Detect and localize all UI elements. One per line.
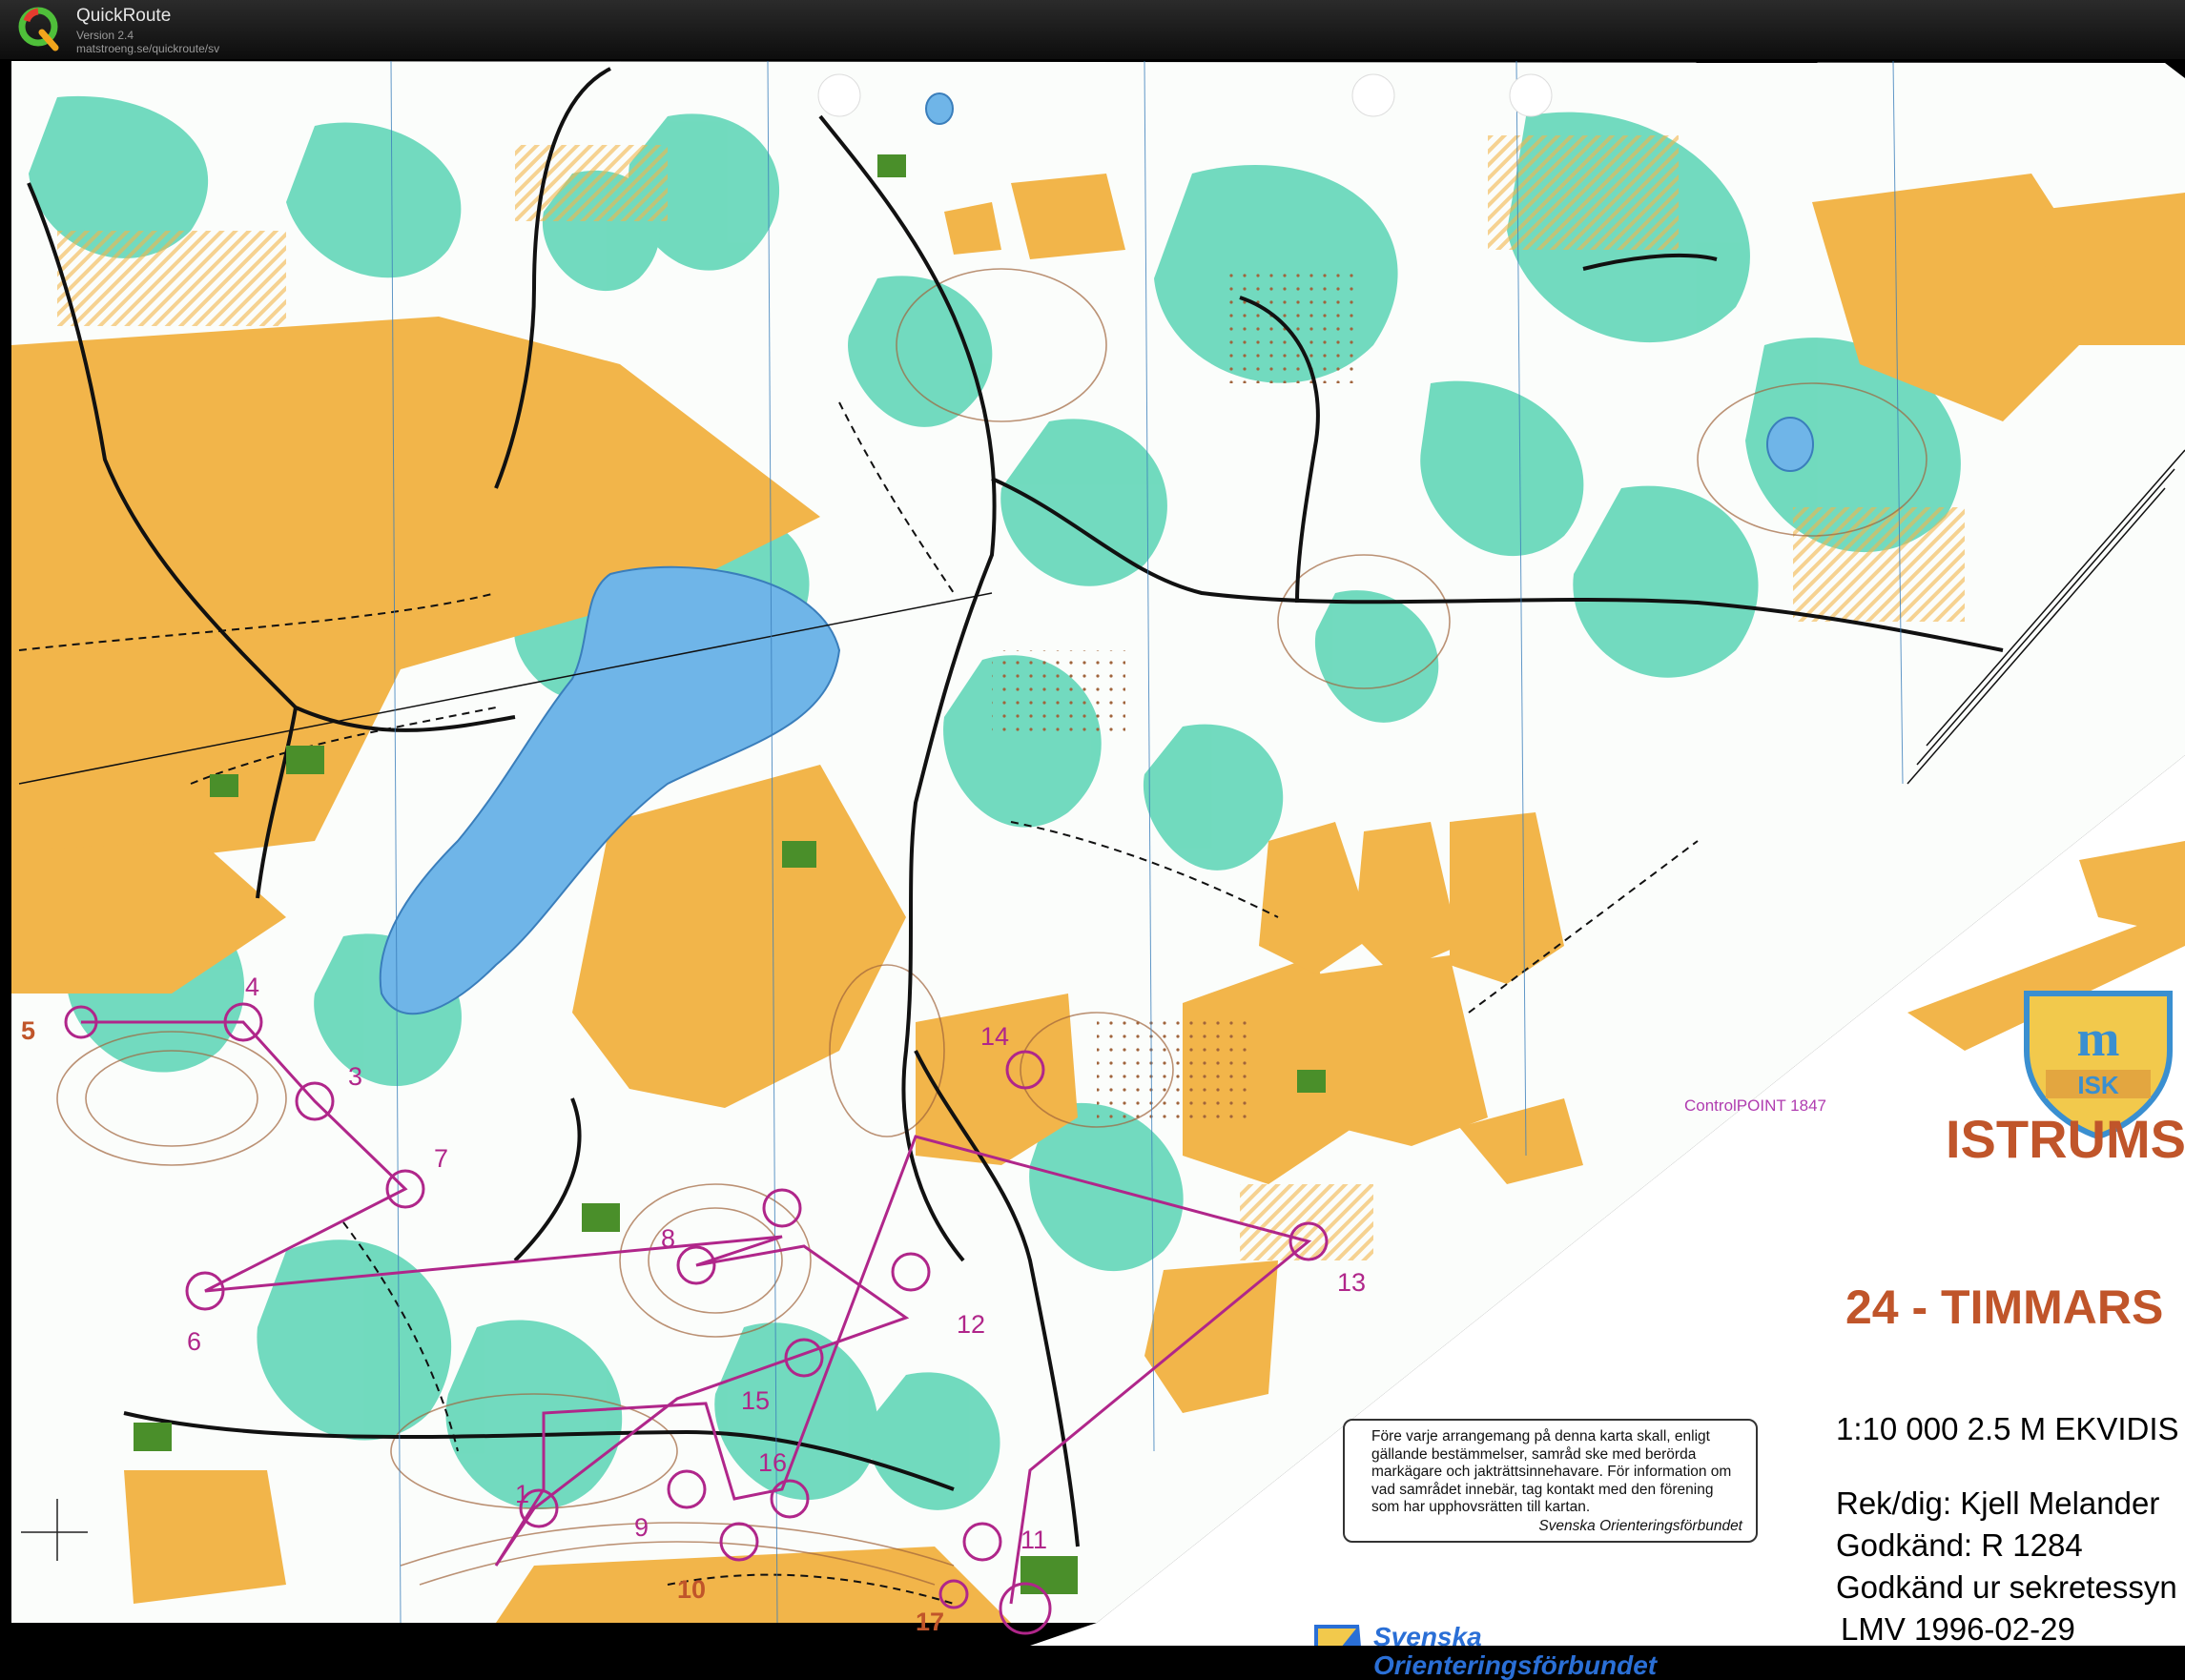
control-number-14: 14	[980, 1022, 1010, 1051]
lmv-text: LMV 1996-02-29	[1841, 1611, 2075, 1647]
event-name: 24 - TIMMARS	[1845, 1280, 2164, 1334]
control-number-9: 9	[634, 1513, 649, 1542]
title-bar: QuickRoute Version 2.4 matstroeng.se/qui…	[0, 0, 2185, 60]
surveyor-text: Rek/dig: Kjell Melander	[1836, 1485, 2160, 1521]
control-number-12: 12	[957, 1310, 986, 1339]
control-number-3: 3	[348, 1062, 363, 1091]
app-url[interactable]: matstroeng.se/quickroute/sv	[76, 42, 219, 55]
boulder-field	[1097, 1013, 1249, 1127]
control-number-11: 11	[1020, 1526, 1048, 1554]
scale-text: 1:10 000 2.5 M EKVIDIS	[1836, 1411, 2179, 1446]
control-number-17: 17	[916, 1608, 945, 1636]
approval-text: Godkänd: R 1284	[1836, 1527, 2083, 1563]
control-number-13: 13	[1337, 1268, 1367, 1297]
notice-signature: Svenska Orienteringsförbundet	[1538, 1517, 1742, 1534]
boulder-field	[992, 650, 1125, 736]
sof-line-2: Orienteringsförbundet	[1373, 1650, 1658, 1680]
control-number-4: 4	[245, 973, 260, 1001]
control-number-1: 1	[515, 1480, 530, 1508]
control-number-7: 7	[434, 1144, 449, 1173]
club-name: ISTRUMS	[1946, 1109, 2185, 1169]
control-number-5: 5	[21, 1016, 36, 1045]
pond	[1766, 417, 1814, 472]
quickroute-logo-icon	[18, 7, 59, 51]
pond	[925, 92, 954, 125]
notice-text: Före varje arrangemang på denna karta sk…	[1371, 1428, 1732, 1515]
svg-text:m: m	[2077, 1010, 2120, 1067]
secrecy-text: Godkänd ur sekretessyn	[1836, 1569, 2177, 1605]
sof-line-1: Svenska	[1373, 1622, 1482, 1651]
control-number-16: 16	[758, 1448, 788, 1477]
control-number-8: 8	[661, 1224, 676, 1253]
sof-wordmark: Svenska Orienteringsförbundet	[1373, 1623, 1657, 1680]
control-number-15: 15	[741, 1386, 771, 1415]
club-logo-text: ISK	[2077, 1071, 2119, 1099]
map-viewport[interactable]: m ISK 5 4 3 7 6 8 15 12 13 14 9 10 11 17…	[0, 59, 2185, 1680]
app-version: Version 2.4	[76, 29, 134, 42]
orienteering-map[interactable]: m ISK	[0, 59, 2185, 1646]
app-title: QuickRoute	[76, 6, 172, 26]
controlpoint-label: ControlPOINT 1847	[1684, 1096, 1826, 1115]
control-number-10: 10	[677, 1575, 707, 1604]
control-number-6: 6	[187, 1327, 202, 1356]
landowner-notice: Före varje arrangemang på denna karta sk…	[1343, 1419, 1758, 1543]
